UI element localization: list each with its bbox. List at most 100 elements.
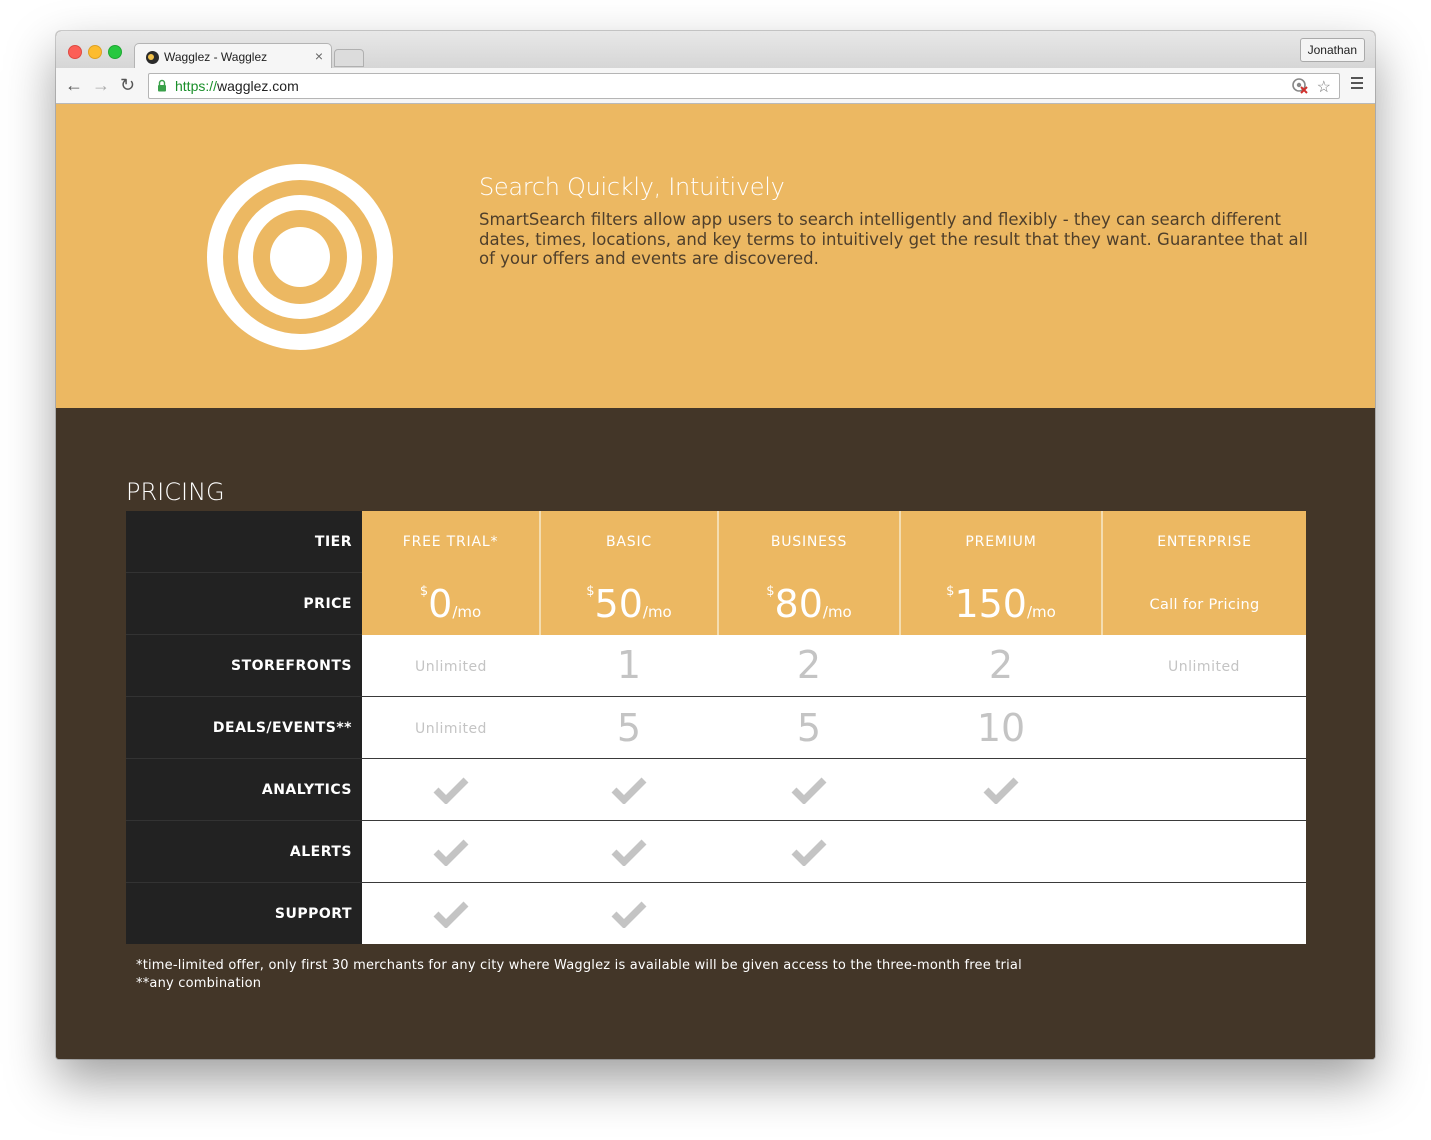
checkmark-icon bbox=[433, 839, 469, 866]
price-currency: $ bbox=[586, 583, 595, 599]
analytics-enterprise bbox=[1102, 758, 1306, 821]
price-currency: $ bbox=[946, 583, 955, 599]
checkmark-icon bbox=[433, 777, 469, 804]
deals-enterprise bbox=[1102, 696, 1306, 759]
checkmark-icon bbox=[611, 901, 647, 928]
support-premium bbox=[900, 882, 1102, 944]
footnote-free-trial: *time-limited offer, only first 30 merch… bbox=[136, 958, 1022, 973]
zoom-window-button[interactable] bbox=[108, 45, 122, 59]
url-host: wagglez.com bbox=[217, 78, 299, 94]
analytics-premium bbox=[900, 758, 1102, 821]
support-business bbox=[718, 882, 900, 944]
deals-premium: 10 bbox=[900, 696, 1102, 759]
browser-window: Wagglez - Wagglez × Jonathan ← → ↻ https… bbox=[56, 31, 1375, 1059]
cell-value: Unlimited bbox=[415, 721, 487, 737]
storefronts-basic: 1 bbox=[540, 634, 718, 697]
price-unit: /mo bbox=[452, 602, 482, 621]
row-label-support: SUPPORT bbox=[126, 882, 362, 944]
back-arrow-icon[interactable]: ← bbox=[65, 74, 83, 96]
price-amount: 80 bbox=[774, 581, 823, 626]
deals-business: 5 bbox=[718, 696, 900, 759]
alerts-enterprise bbox=[1102, 820, 1306, 883]
lock-icon bbox=[158, 79, 166, 92]
price-premium: $150/mo bbox=[899, 572, 1102, 635]
footnotes: *time-limited offer, only first 30 merch… bbox=[136, 957, 1022, 993]
cell-value: 10 bbox=[976, 705, 1026, 750]
tier-premium: PREMIUM bbox=[899, 511, 1102, 573]
minimize-window-button[interactable] bbox=[88, 45, 102, 59]
table-row: ALERTS bbox=[126, 820, 1306, 883]
address-bar[interactable]: https://wagglez.com ☆ bbox=[148, 73, 1340, 99]
analytics-business bbox=[718, 758, 900, 821]
row-label-analytics: ANALYTICS bbox=[126, 758, 362, 821]
cell-value: 5 bbox=[616, 705, 642, 750]
call-for-pricing-text: Call for Pricing bbox=[1149, 597, 1260, 613]
feature-title: Search Quickly, Intuitively bbox=[479, 173, 785, 201]
table-row: DEALS/EVENTS** Unlimited 5 5 10 bbox=[126, 696, 1306, 759]
pricing-section: PRICING TIER FREE TRIAL* BASIC BUSINESS … bbox=[56, 408, 1375, 1059]
page-content: Search Quickly, Intuitively SmartSearch … bbox=[56, 104, 1375, 1059]
row-label-storefronts: STOREFRONTS bbox=[126, 634, 362, 697]
wagglez-favicon-icon bbox=[146, 51, 159, 64]
table-row: SUPPORT bbox=[126, 882, 1306, 944]
table-row: STOREFRONTS Unlimited 1 2 2 Unlimited bbox=[126, 634, 1306, 697]
storefronts-premium: 2 bbox=[900, 634, 1102, 697]
deals-free-trial: Unlimited bbox=[362, 696, 540, 759]
support-basic bbox=[540, 882, 718, 944]
url-text: https://wagglez.com bbox=[175, 78, 299, 94]
price-amount: 150 bbox=[954, 581, 1027, 626]
alerts-free-trial bbox=[362, 820, 540, 883]
analytics-basic bbox=[540, 758, 718, 821]
checkmark-icon bbox=[791, 839, 827, 866]
pricing-table: TIER FREE TRIAL* BASIC BUSINESS PREMIUM … bbox=[126, 511, 1306, 944]
row-label-tier: TIER bbox=[126, 511, 362, 573]
row-label-alerts: ALERTS bbox=[126, 820, 362, 883]
table-row: TIER FREE TRIAL* BASIC BUSINESS PREMIUM … bbox=[126, 511, 1306, 573]
price-enterprise: Call for Pricing bbox=[1101, 572, 1306, 635]
tier-free-trial: FREE TRIAL* bbox=[362, 511, 540, 573]
support-enterprise bbox=[1102, 882, 1306, 944]
table-row: PRICE $0/mo $50/mo $80/mo $150/mo Call f… bbox=[126, 572, 1306, 635]
reload-icon[interactable]: ↻ bbox=[120, 74, 135, 96]
tier-enterprise: ENTERPRISE bbox=[1101, 511, 1306, 573]
checkmark-icon bbox=[433, 901, 469, 928]
feature-description: SmartSearch filters allow app users to s… bbox=[479, 210, 1308, 268]
extension-blocked-icon[interactable] bbox=[1291, 77, 1309, 95]
cell-value: 1 bbox=[616, 643, 642, 688]
row-label-price: PRICE bbox=[126, 572, 362, 635]
forward-arrow-icon[interactable]: → bbox=[92, 74, 110, 96]
alerts-premium bbox=[900, 820, 1102, 883]
cell-value: 2 bbox=[796, 643, 822, 688]
feature-hero: Search Quickly, Intuitively SmartSearch … bbox=[56, 104, 1375, 408]
star-icon[interactable]: ☆ bbox=[1317, 77, 1331, 97]
price-amount: 50 bbox=[594, 581, 643, 626]
cell-value: Unlimited bbox=[415, 658, 487, 675]
storefronts-enterprise: Unlimited bbox=[1102, 634, 1306, 697]
target-icon bbox=[207, 164, 393, 350]
tier-basic: BASIC bbox=[539, 511, 718, 573]
checkmark-icon bbox=[983, 777, 1019, 804]
cell-value: 2 bbox=[988, 643, 1014, 688]
storefronts-business: 2 bbox=[718, 634, 900, 697]
price-unit: /mo bbox=[1026, 602, 1056, 621]
tab-strip: Wagglez - Wagglez × Jonathan bbox=[56, 31, 1375, 70]
cell-value: Unlimited bbox=[1168, 658, 1240, 675]
tab-wagglez[interactable]: Wagglez - Wagglez × bbox=[134, 43, 332, 70]
alerts-business bbox=[718, 820, 900, 883]
profile-button[interactable]: Jonathan bbox=[1299, 38, 1365, 62]
cell-value: 5 bbox=[796, 705, 822, 750]
storefronts-free-trial: Unlimited bbox=[362, 634, 540, 697]
price-amount: 0 bbox=[428, 581, 453, 626]
menu-icon[interactable] bbox=[1351, 77, 1363, 92]
price-currency: $ bbox=[766, 583, 775, 599]
close-window-button[interactable] bbox=[68, 45, 82, 59]
price-currency: $ bbox=[419, 583, 429, 599]
checkmark-icon bbox=[611, 839, 647, 866]
row-label-deals-events: DEALS/EVENTS** bbox=[126, 696, 362, 759]
tab-close-icon[interactable]: × bbox=[315, 48, 323, 64]
pricing-title: PRICING bbox=[126, 478, 225, 506]
new-tab-button[interactable] bbox=[334, 49, 364, 67]
price-free-trial: $0/mo bbox=[362, 572, 540, 635]
analytics-free-trial bbox=[362, 758, 540, 821]
checkmark-icon bbox=[791, 777, 827, 804]
